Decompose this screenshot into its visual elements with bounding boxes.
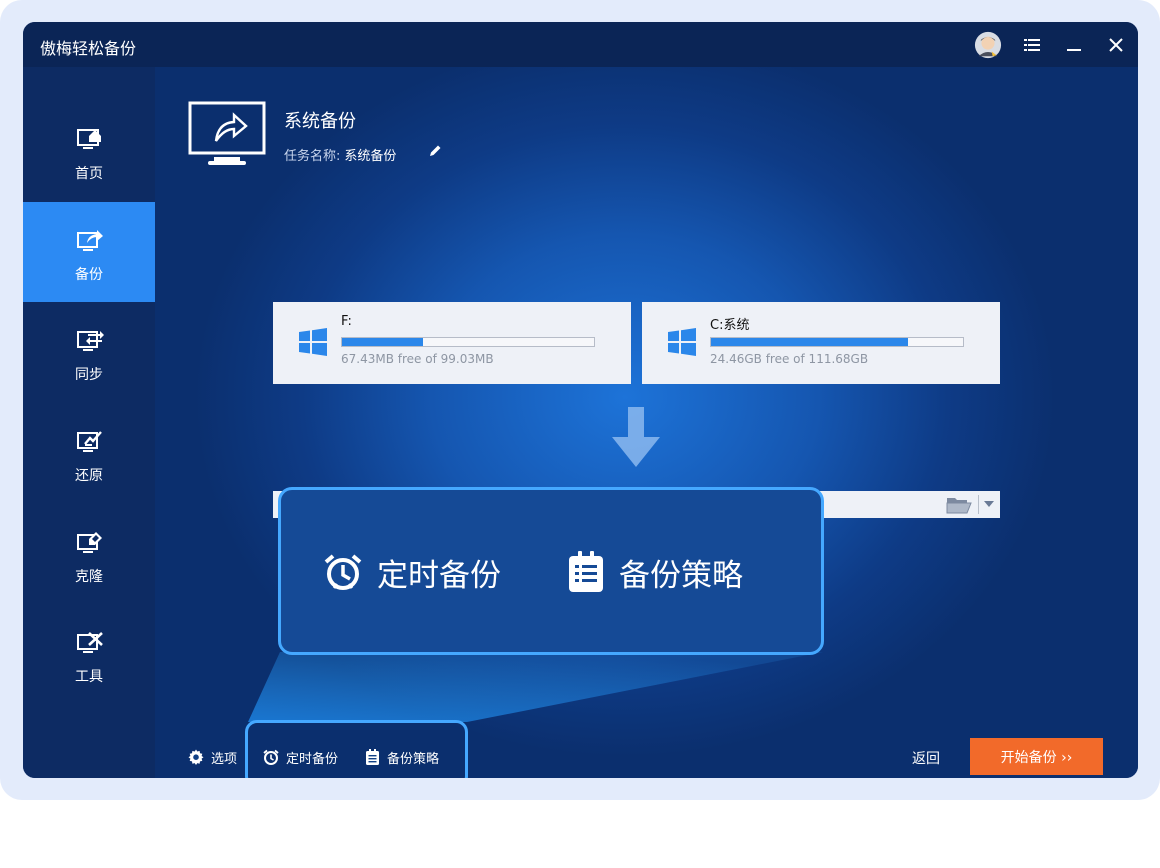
sidebar-item-label: 还原 xyxy=(75,468,103,484)
zoom-scheme-label: 备份策略 xyxy=(619,557,743,594)
user-avatar[interactable] xyxy=(974,31,1002,59)
callout-beam xyxy=(248,652,823,722)
main-panel: 系统备份 任务名称: 系统备份 F: 67.43MB free of 99.03M… xyxy=(155,67,1138,778)
options-label: 选项 xyxy=(211,751,238,767)
start-backup-button[interactable]: 开始备份 ›› xyxy=(970,738,1103,775)
sidebar: 首页 备份 同步 还原 克隆 工具 xyxy=(23,67,155,778)
sidebar-item-tools[interactable]: 工具 xyxy=(23,604,155,704)
backup-monitor-icon xyxy=(77,230,103,251)
sidebar-item-clone[interactable]: 克隆 xyxy=(23,504,155,604)
options-button[interactable]: 选项 xyxy=(188,747,237,767)
app-title: 傲梅轻松备份 xyxy=(40,39,137,58)
sidebar-item-label: 克隆 xyxy=(75,569,103,585)
sync-monitor-icon xyxy=(77,331,104,351)
backup-scheme-label: 备份策略 xyxy=(387,751,440,767)
back-button[interactable]: 返回 xyxy=(912,748,940,768)
sidebar-item-home[interactable]: 首页 xyxy=(23,101,155,201)
zoom-schedule-label: 定时备份 xyxy=(377,557,501,594)
tools-monitor-icon xyxy=(77,632,103,653)
restore-monitor-icon xyxy=(77,431,102,452)
backup-scheme-button[interactable]: 备份策略 xyxy=(365,747,439,767)
zoom-backup-scheme[interactable]: 备份策略 xyxy=(567,550,743,594)
title-bar: 傲梅轻松备份 xyxy=(23,22,1138,67)
sidebar-item-label: 首页 xyxy=(75,166,103,182)
schedule-backup-button[interactable]: 定时备份 xyxy=(263,747,338,767)
sidebar-item-label: 同步 xyxy=(75,367,103,383)
gear-icon xyxy=(188,749,204,765)
close-icon xyxy=(1109,38,1123,52)
clipboard-list-icon xyxy=(366,749,379,765)
app-window: 傲梅轻松备份 首页 备份 同步 还原 克隆 工具 系统备份 任务名称: 系统备份… xyxy=(23,22,1138,778)
alarm-clock-icon xyxy=(263,749,279,765)
alarm-clock-icon xyxy=(324,554,362,590)
close-button[interactable] xyxy=(1102,31,1130,59)
start-backup-label: 开始备份 ›› xyxy=(1000,749,1073,766)
avatar-icon xyxy=(974,31,1002,59)
schedule-backup-label: 定时备份 xyxy=(286,751,339,767)
sidebar-item-restore[interactable]: 还原 xyxy=(23,403,155,503)
minimize-icon xyxy=(1067,49,1081,51)
sidebar-item-sync[interactable]: 同步 xyxy=(23,302,155,402)
zoom-schedule-backup[interactable]: 定时备份 xyxy=(323,550,501,594)
minimize-button[interactable] xyxy=(1060,31,1088,59)
home-monitor-icon xyxy=(77,129,101,149)
clone-monitor-icon xyxy=(77,532,102,553)
menu-icon xyxy=(1024,39,1040,51)
zoom-callout: 定时备份 备份策略 xyxy=(278,487,824,655)
sidebar-item-label: 工具 xyxy=(75,669,103,685)
menu-button[interactable] xyxy=(1018,31,1046,59)
clipboard-list-icon xyxy=(569,551,603,592)
sidebar-item-backup[interactable]: 备份 xyxy=(23,202,155,302)
sidebar-item-label: 备份 xyxy=(75,267,103,283)
